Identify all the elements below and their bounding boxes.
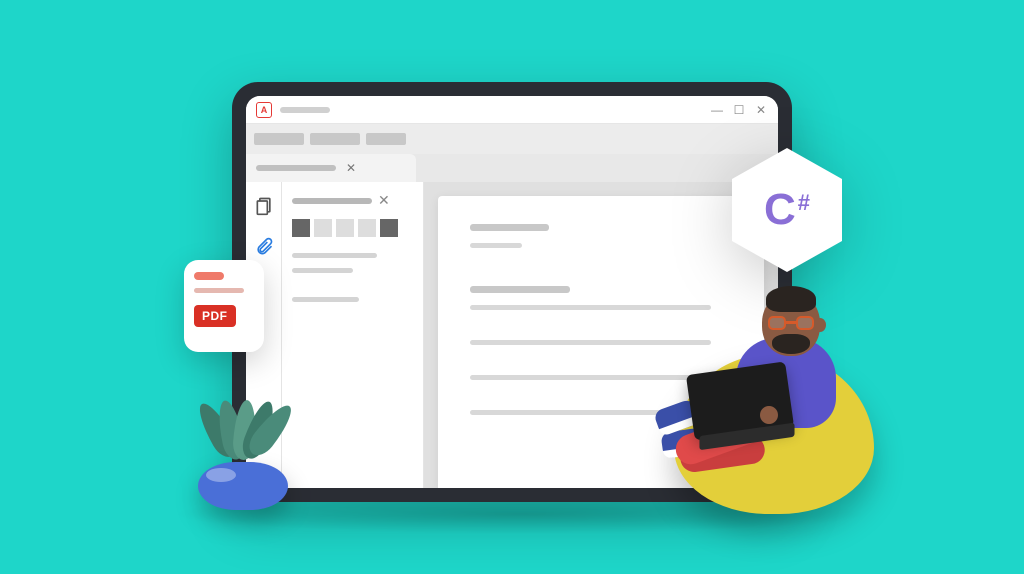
minimize-button[interactable]: — bbox=[710, 103, 724, 117]
panel-line bbox=[292, 297, 359, 302]
pdf-card-line bbox=[194, 272, 224, 280]
csharp-letter: C bbox=[764, 188, 796, 232]
tab-label-placeholder bbox=[256, 165, 336, 171]
doc-heading-placeholder bbox=[470, 286, 570, 293]
maximize-button[interactable]: ☐ bbox=[732, 103, 746, 117]
doc-text-placeholder bbox=[470, 243, 522, 248]
doc-heading-placeholder bbox=[470, 224, 549, 231]
document-tab[interactable]: ✕ bbox=[246, 154, 416, 182]
toolbar-item[interactable] bbox=[254, 133, 304, 145]
thumbnail[interactable] bbox=[358, 219, 376, 237]
close-button[interactable]: ✕ bbox=[754, 103, 768, 117]
tab-bar: ✕ bbox=[246, 154, 778, 182]
thumbnail-row bbox=[292, 219, 413, 237]
head bbox=[762, 292, 820, 356]
laptop bbox=[686, 361, 794, 440]
tab-close-icon[interactable]: ✕ bbox=[346, 161, 356, 175]
titlebar: A — ☐ ✕ bbox=[246, 96, 778, 124]
thumbnail[interactable] bbox=[336, 219, 354, 237]
person-illustration bbox=[654, 254, 894, 514]
side-panel: ✕ bbox=[282, 182, 424, 488]
pdf-badge: PDF bbox=[194, 305, 236, 327]
panel-line bbox=[292, 253, 377, 258]
panel-title-placeholder bbox=[292, 198, 372, 204]
title-placeholder bbox=[280, 107, 330, 113]
pdf-card-line bbox=[194, 288, 244, 293]
attachment-icon[interactable] bbox=[254, 237, 274, 262]
pdf-app-icon: A bbox=[256, 102, 272, 118]
thumbnail[interactable] bbox=[314, 219, 332, 237]
csharp-hash: # bbox=[798, 192, 810, 214]
pages-icon[interactable] bbox=[254, 196, 274, 221]
thumbnail[interactable] bbox=[292, 219, 310, 237]
pdf-file-card: PDF bbox=[184, 260, 264, 352]
toolbar-item[interactable] bbox=[310, 133, 360, 145]
panel-line bbox=[292, 268, 353, 273]
toolbar bbox=[246, 124, 778, 154]
thumbnail[interactable] bbox=[380, 219, 398, 237]
toolbar-item[interactable] bbox=[366, 133, 406, 145]
panel-close-icon[interactable]: ✕ bbox=[378, 192, 390, 209]
plant-decoration bbox=[188, 380, 298, 510]
